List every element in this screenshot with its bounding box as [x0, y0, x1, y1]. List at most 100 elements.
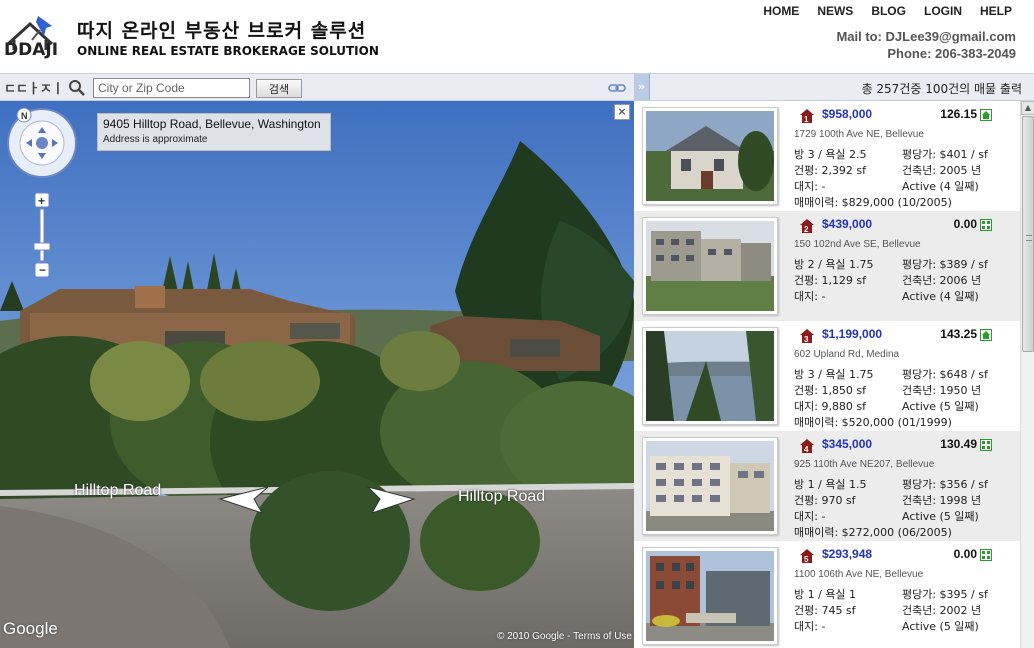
listing-item[interactable]: 5 $293,948 0.00 1100 106th Ave NE, Belle…: [634, 541, 1020, 648]
house-type-icon: [980, 109, 992, 121]
street-view-address: 9405 Hilltop Road, Bellevue, Washington: [103, 117, 321, 131]
listing-year-built: 건축년: 2005 년: [902, 164, 982, 177]
svg-text:−: −: [39, 263, 46, 277]
apartment-photo-image: [646, 441, 774, 531]
listing-score: 0.00: [953, 547, 977, 561]
listing-sale-history: 매매이력: $272,000 (06/2005): [794, 526, 952, 539]
nav-news-link[interactable]: NEWS: [817, 4, 853, 18]
nav-home-link[interactable]: HOME: [763, 4, 799, 18]
listing-item[interactable]: 2 $439,000 0.00 150 102nd Ave SE, Bellev…: [634, 211, 1020, 321]
listing-address: 602 Upland Rd, Medina: [794, 349, 900, 360]
contact-mail[interactable]: Mail to: DJLee39@gmail.com: [836, 28, 1016, 45]
listing-price-per-sf: 평당가: $389 / sf: [902, 258, 988, 271]
listing-price[interactable]: $958,000: [822, 107, 872, 121]
listing-photo[interactable]: [642, 107, 778, 205]
listing-price-per-sf: 평당가: $395 / sf: [902, 588, 988, 601]
condo-photo-image: [646, 221, 774, 311]
listing-area: 건평: 745 sf: [794, 604, 856, 617]
magnifier-icon: [69, 80, 85, 96]
listing-count-text: 총 257건중 100건의 매물 출력: [861, 82, 1022, 96]
collapse-panel-button[interactable]: »: [634, 74, 650, 100]
street-view-panorama[interactable]: N + − 9405 Hilltop Road, Bellevue, Washi…: [0, 101, 634, 648]
listing-price-per-sf: 평당가: $401 / sf: [902, 148, 988, 161]
condo-type-icon: [980, 439, 992, 451]
nav-login-link[interactable]: LOGIN: [924, 4, 962, 18]
svg-text:3: 3: [804, 335, 809, 343]
listing-scrollbar[interactable]: ▲: [1020, 101, 1034, 648]
listing-address: 925 110th Ave NE207, Bellevue: [794, 459, 935, 470]
building-photo-image: [646, 551, 774, 641]
listing-score: 143.25: [940, 327, 977, 341]
listing-lot: 대지: -: [794, 620, 826, 633]
listing-address: 1729 100th Ave NE, Bellevue: [794, 129, 924, 140]
listing-status: Active (5 일째): [902, 510, 979, 523]
listing-sale-history: 매매이력: $520,000 (01/1999): [794, 416, 952, 429]
listing-address: 1100 106th Ave NE, Bellevue: [794, 569, 924, 580]
link-icon[interactable]: [608, 82, 626, 94]
site-title-english: ONLINE REAL ESTATE BROKERAGE SOLUTION: [77, 44, 379, 58]
nav-blog-link[interactable]: BLOG: [871, 4, 906, 18]
listing-price-per-sf: 평당가: $356 / sf: [902, 478, 988, 491]
listing-panel: 1 $958,000 126.15 1729 100th Ave NE, Bel…: [634, 101, 1020, 648]
listing-area: 건평: 1,850 sf: [794, 384, 867, 397]
listing-sale-history: 매매이력: $829,000 (10/2005): [794, 196, 952, 209]
search-brand-label: ㄷㄷㅏㅈㅣ: [4, 82, 64, 97]
listing-photo[interactable]: [642, 437, 778, 535]
listing-number-1-house-icon: 1: [800, 109, 814, 123]
listing-price-per-sf: 평당가: $648 / sf: [902, 368, 988, 381]
listing-rooms: 방 3 / 욕실 2.5: [794, 148, 867, 161]
listing-rooms: 방 1 / 욕실 1: [794, 588, 857, 601]
listing-price[interactable]: $293,948: [822, 547, 872, 561]
svg-text:+: +: [38, 194, 45, 208]
listing-item[interactable]: 1 $958,000 126.15 1729 100th Ave NE, Bel…: [634, 101, 1020, 211]
scrollbar-grip-icon: [1026, 235, 1032, 241]
listing-score: 126.15: [940, 107, 977, 121]
listing-year-built: 건축년: 1950 년: [902, 384, 982, 397]
listing-status: Active (4 일째): [902, 180, 979, 193]
scroll-up-arrow-icon[interactable]: ▲: [1021, 101, 1034, 115]
listing-photo[interactable]: [642, 217, 778, 315]
copyright-text: © 2010 Google -: [496, 631, 574, 642]
listing-price[interactable]: $345,000: [822, 437, 872, 451]
logo-wordmark: DDAJI: [4, 40, 59, 60]
search-button[interactable]: 검색: [256, 79, 302, 98]
road-label-left: Hilltop Road: [74, 482, 162, 499]
listing-price[interactable]: $1,199,000: [822, 327, 882, 341]
city-zip-search-input[interactable]: [93, 78, 250, 98]
listing-number-5-house-icon: 5: [800, 549, 814, 563]
listing-status: Active (4 일째): [902, 290, 979, 303]
street-view-address-note: Address is approximate: [103, 134, 208, 145]
condo-type-icon: [980, 219, 992, 231]
svg-text:2: 2: [804, 225, 809, 233]
listing-score: 130.49: [940, 437, 977, 451]
svg-text:N: N: [21, 111, 28, 121]
nav-help-link[interactable]: HELP: [980, 4, 1012, 18]
listing-number-4-house-icon: 4: [800, 439, 814, 453]
close-street-view-button[interactable]: ×: [614, 104, 630, 120]
listing-item[interactable]: 3 $1,199,000 143.25 602 Upland Rd, Medin…: [634, 321, 1020, 431]
svg-text:4: 4: [804, 445, 809, 453]
svg-text:1: 1: [804, 115, 809, 123]
search-bar: ㄷㄷㅏㅈㅣ 검색: [0, 73, 634, 101]
listing-number-3-house-icon: 3: [800, 329, 814, 343]
listing-area: 건평: 1,129 sf: [794, 274, 867, 287]
listing-rooms: 방 2 / 욕실 1.75: [794, 258, 874, 271]
listing-photo[interactable]: [642, 327, 778, 425]
terms-of-use-link[interactable]: Terms of Use: [573, 631, 632, 642]
listing-year-built: 건축년: 1998 년: [902, 494, 982, 507]
listing-year-built: 건축년: 2006 년: [902, 274, 982, 287]
listing-photo[interactable]: [642, 547, 778, 645]
street-view-image: N + −: [0, 101, 634, 648]
google-logo: Google: [3, 619, 58, 638]
listing-rooms: 방 3 / 욕실 1.75: [794, 368, 874, 381]
listing-area: 건평: 970 sf: [794, 494, 856, 507]
listing-price[interactable]: $439,000: [822, 217, 872, 231]
listing-item[interactable]: 4 $345,000 130.49 925 110th Ave NE207, B…: [634, 431, 1020, 541]
top-navigation: HOME NEWS BLOG LOGIN HELP: [763, 4, 1012, 18]
house-photo-image: [646, 111, 774, 201]
scrollbar-thumb[interactable]: [1022, 116, 1034, 352]
listing-lot: 대지: -: [794, 510, 826, 523]
listing-rooms: 방 1 / 욕실 1.5: [794, 478, 867, 491]
listing-area: 건평: 2,392 sf: [794, 164, 867, 177]
map-copyright: © 2010 Google - Terms of Use: [497, 631, 632, 642]
